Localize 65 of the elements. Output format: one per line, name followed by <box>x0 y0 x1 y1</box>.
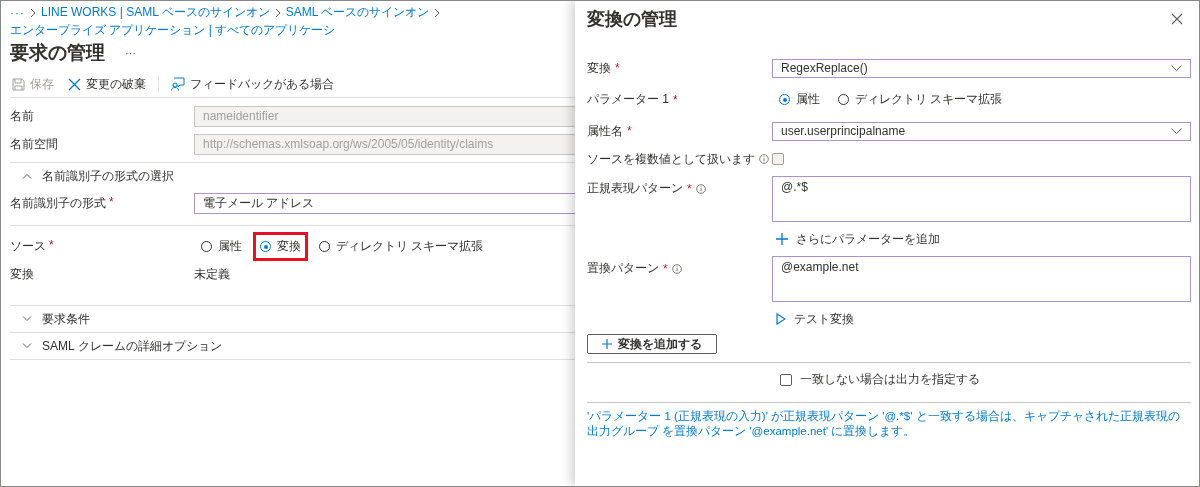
play-icon <box>776 313 786 325</box>
page-title: 要求の管理 <box>10 41 105 65</box>
required-mark: * <box>615 61 620 75</box>
text-area[interactable]: @example.net <box>772 256 1191 302</box>
discard-button[interactable]: 変更の破棄 <box>66 75 148 93</box>
dropdown[interactable]: RegexReplace() <box>772 58 1191 78</box>
required-mark: * <box>627 124 632 138</box>
chevron-right-icon <box>434 7 441 18</box>
chevron-right-icon <box>274 7 281 18</box>
breadcrumb-link[interactable]: LINE WORKS | SAML ベースのサインオン <box>41 4 270 21</box>
info-icon[interactable] <box>695 183 706 194</box>
description-text: 'パラメーター 1 (正規表現の入力)' が正規表現パターン '@.*$' と一致する場合は、キャプチャされた正規表現の出力グループ を置換パターン '@example.net' に置換します。 <box>587 409 1181 439</box>
field-label: 置換パターン <box>587 260 659 277</box>
required-mark: * <box>109 194 114 211</box>
plus-icon <box>602 339 612 349</box>
field-label: 名前空間 <box>10 135 58 153</box>
required-mark: * <box>673 92 678 107</box>
chevron-icon <box>22 173 32 179</box>
field-label: パラメーター 1 <box>587 91 669 108</box>
field-label: ソース <box>10 238 46 255</box>
chevron-right-icon <box>30 7 36 18</box>
field-label: 変換 <box>10 265 34 283</box>
required-mark: * <box>663 261 668 276</box>
text-area[interactable]: @.*$ <box>772 176 1191 222</box>
radio-label[interactable]: 変換 <box>277 238 301 255</box>
field-value: 未定義 <box>194 265 230 283</box>
radio-label[interactable]: 属性 <box>218 238 242 255</box>
breadcrumb-link[interactable]: SAML ベースのサインオン <box>285 4 430 21</box>
field-label: ソースを複数値として扱います <box>587 150 755 168</box>
info-icon[interactable] <box>759 154 769 164</box>
more-button[interactable]: ··· <box>125 47 136 59</box>
section-header[interactable]: SAML クレームの詳細オプション <box>10 332 575 360</box>
breadcrumb-link[interactable]: エンタープライズ アプリケーション | すべてのアプリケーシ <box>10 22 336 39</box>
field-label: 名前 <box>10 107 34 125</box>
field-label: 属性名 <box>587 122 623 140</box>
close-icon <box>68 77 81 91</box>
plus-icon <box>776 233 788 245</box>
action-link[interactable]: テスト変換 <box>772 310 858 328</box>
checkbox[interactable] <box>772 153 784 165</box>
add-transform-button[interactable]: 変換を追加する <box>587 334 717 354</box>
required-mark: * <box>49 238 54 254</box>
required-mark: * <box>687 181 692 196</box>
feedback-person-icon <box>171 77 185 91</box>
info-icon[interactable] <box>671 263 682 274</box>
radio-label[interactable]: ディレクトリ スキーマ拡張 <box>855 91 1003 108</box>
radio-label[interactable]: ディレクトリ スキーマ拡張 <box>336 238 484 255</box>
feedback-button[interactable]: フィードバックがある場合 <box>169 75 336 93</box>
section-header[interactable]: 名前識別子の形式の選択 <box>10 162 575 189</box>
field-label: 変換 <box>587 59 611 77</box>
chevron-icon <box>22 316 32 322</box>
dropdown[interactable]: user.userprincipalname <box>772 121 1191 141</box>
action-link[interactable]: さらにパラメーターを追加 <box>772 230 944 248</box>
checkbox-label[interactable]: 一致しない場合は出力を指定する <box>800 371 980 388</box>
field-label: 名前識別子の形式 <box>10 194 106 212</box>
section-header[interactable]: 要求条件 <box>10 305 575 332</box>
input-field[interactable]: 電子メール アドレス <box>194 192 575 214</box>
chevron-down-icon <box>1171 128 1182 134</box>
field-label: 正規表現パターン <box>587 180 683 197</box>
close-icon[interactable] <box>1171 13 1183 25</box>
panel-title: 変換の管理 <box>587 8 677 31</box>
radio-label[interactable]: 属性 <box>796 91 820 108</box>
chevron-icon <box>22 343 32 349</box>
chevron-down-icon <box>1171 65 1182 71</box>
more-link[interactable]: ··· <box>10 5 25 20</box>
checkbox[interactable] <box>780 373 792 386</box>
